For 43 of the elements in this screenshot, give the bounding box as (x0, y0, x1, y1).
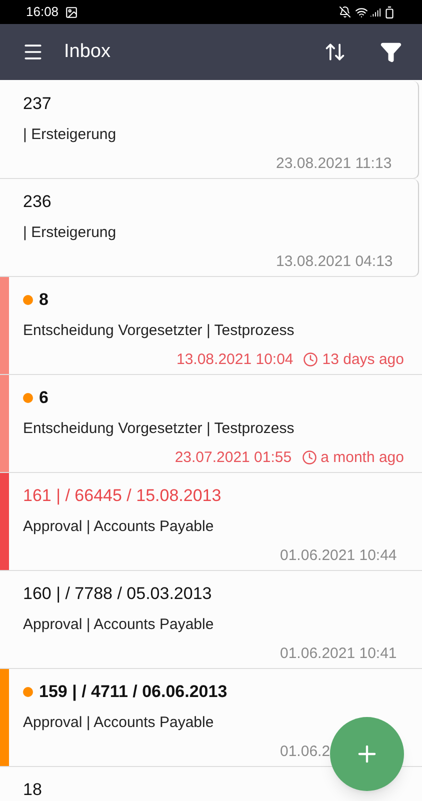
item-date: 01.06.2 (280, 742, 330, 762)
item-title: 18 (23, 779, 42, 801)
item-date: 01.06.2021 10:41 (280, 644, 397, 664)
inbox-item[interactable]: 237 | Ersteigerung 23.08.2021 11:13 (0, 81, 419, 179)
item-title: 6 (39, 387, 48, 410)
item-subtitle: Approval | Accounts Payable (23, 517, 214, 537)
item-subtitle: Entscheidung Vorgesetzter | Testprozess (23, 321, 294, 341)
item-age: a month ago (320, 448, 404, 468)
item-title: 160 | / 7788 / 05.03.2013 (23, 583, 212, 606)
clock-icon (302, 450, 317, 466)
item-date: 13.08.2021 10:04 (176, 350, 294, 370)
status-time: 16:08 (26, 3, 59, 22)
item-subtitle: Entscheidung Vorgesetzter | Testprozess (23, 419, 294, 439)
item-title: 161 | / 66445 / 15.08.2013 (23, 485, 222, 508)
item-subtitle: | Ersteigerung (23, 125, 116, 145)
inbox-item[interactable]: 159 | / 4711 / 06.06.2013 Approval | Accounts Payable 01.06.2 (0, 669, 422, 767)
mute-icon (339, 6, 351, 18)
inbox-item[interactable]: 236 | Ersteigerung 13.08.2021 04:13 (0, 179, 419, 277)
wifi-icon (355, 6, 368, 18)
toolbar-title: Inbox (64, 40, 110, 64)
item-age: 13 days ago (322, 350, 404, 370)
inbox-item[interactable]: 161 | / 66445 / 15.08.2013 Approval | Accounts Payable 01.06.2021 10:44 (0, 473, 422, 571)
clock-icon (303, 352, 318, 368)
item-title: 159 | / 4711 / 06.06.2013 (39, 681, 228, 704)
item-date: 13.08.2021 04:13 (276, 252, 393, 272)
item-title: 237 (23, 93, 52, 116)
filter-icon (380, 41, 402, 63)
battery-icon (383, 6, 396, 18)
item-date: 23.07.2021 01:55 (174, 448, 292, 468)
sort-icon (324, 41, 346, 63)
filter-button[interactable] (380, 41, 402, 63)
item-title: 236 (23, 191, 52, 214)
inbox-item[interactable]: 6 Entscheidung Vorgesetzter | Testprozess 23.07.2021 01:55 a month ago (0, 375, 422, 473)
image-icon (64, 6, 78, 18)
sort-button[interactable] (324, 41, 346, 63)
item-title: 8 (39, 289, 48, 312)
inbox-item[interactable]: 8 Entscheidung Vorgesetzter | Testprozess 13.08.2021 10:04 13 days ago (0, 277, 422, 375)
item-subtitle: Approval | Accounts Payable (23, 615, 214, 635)
item-subtitle: | Ersteigerung (23, 223, 116, 243)
item-subtitle: Approval | Accounts Payable (23, 713, 214, 733)
item-date: 01.06.2021 10:44 (280, 546, 397, 566)
signal-icon (370, 6, 381, 18)
item-date: 23.08.2021 11:13 (276, 154, 392, 174)
